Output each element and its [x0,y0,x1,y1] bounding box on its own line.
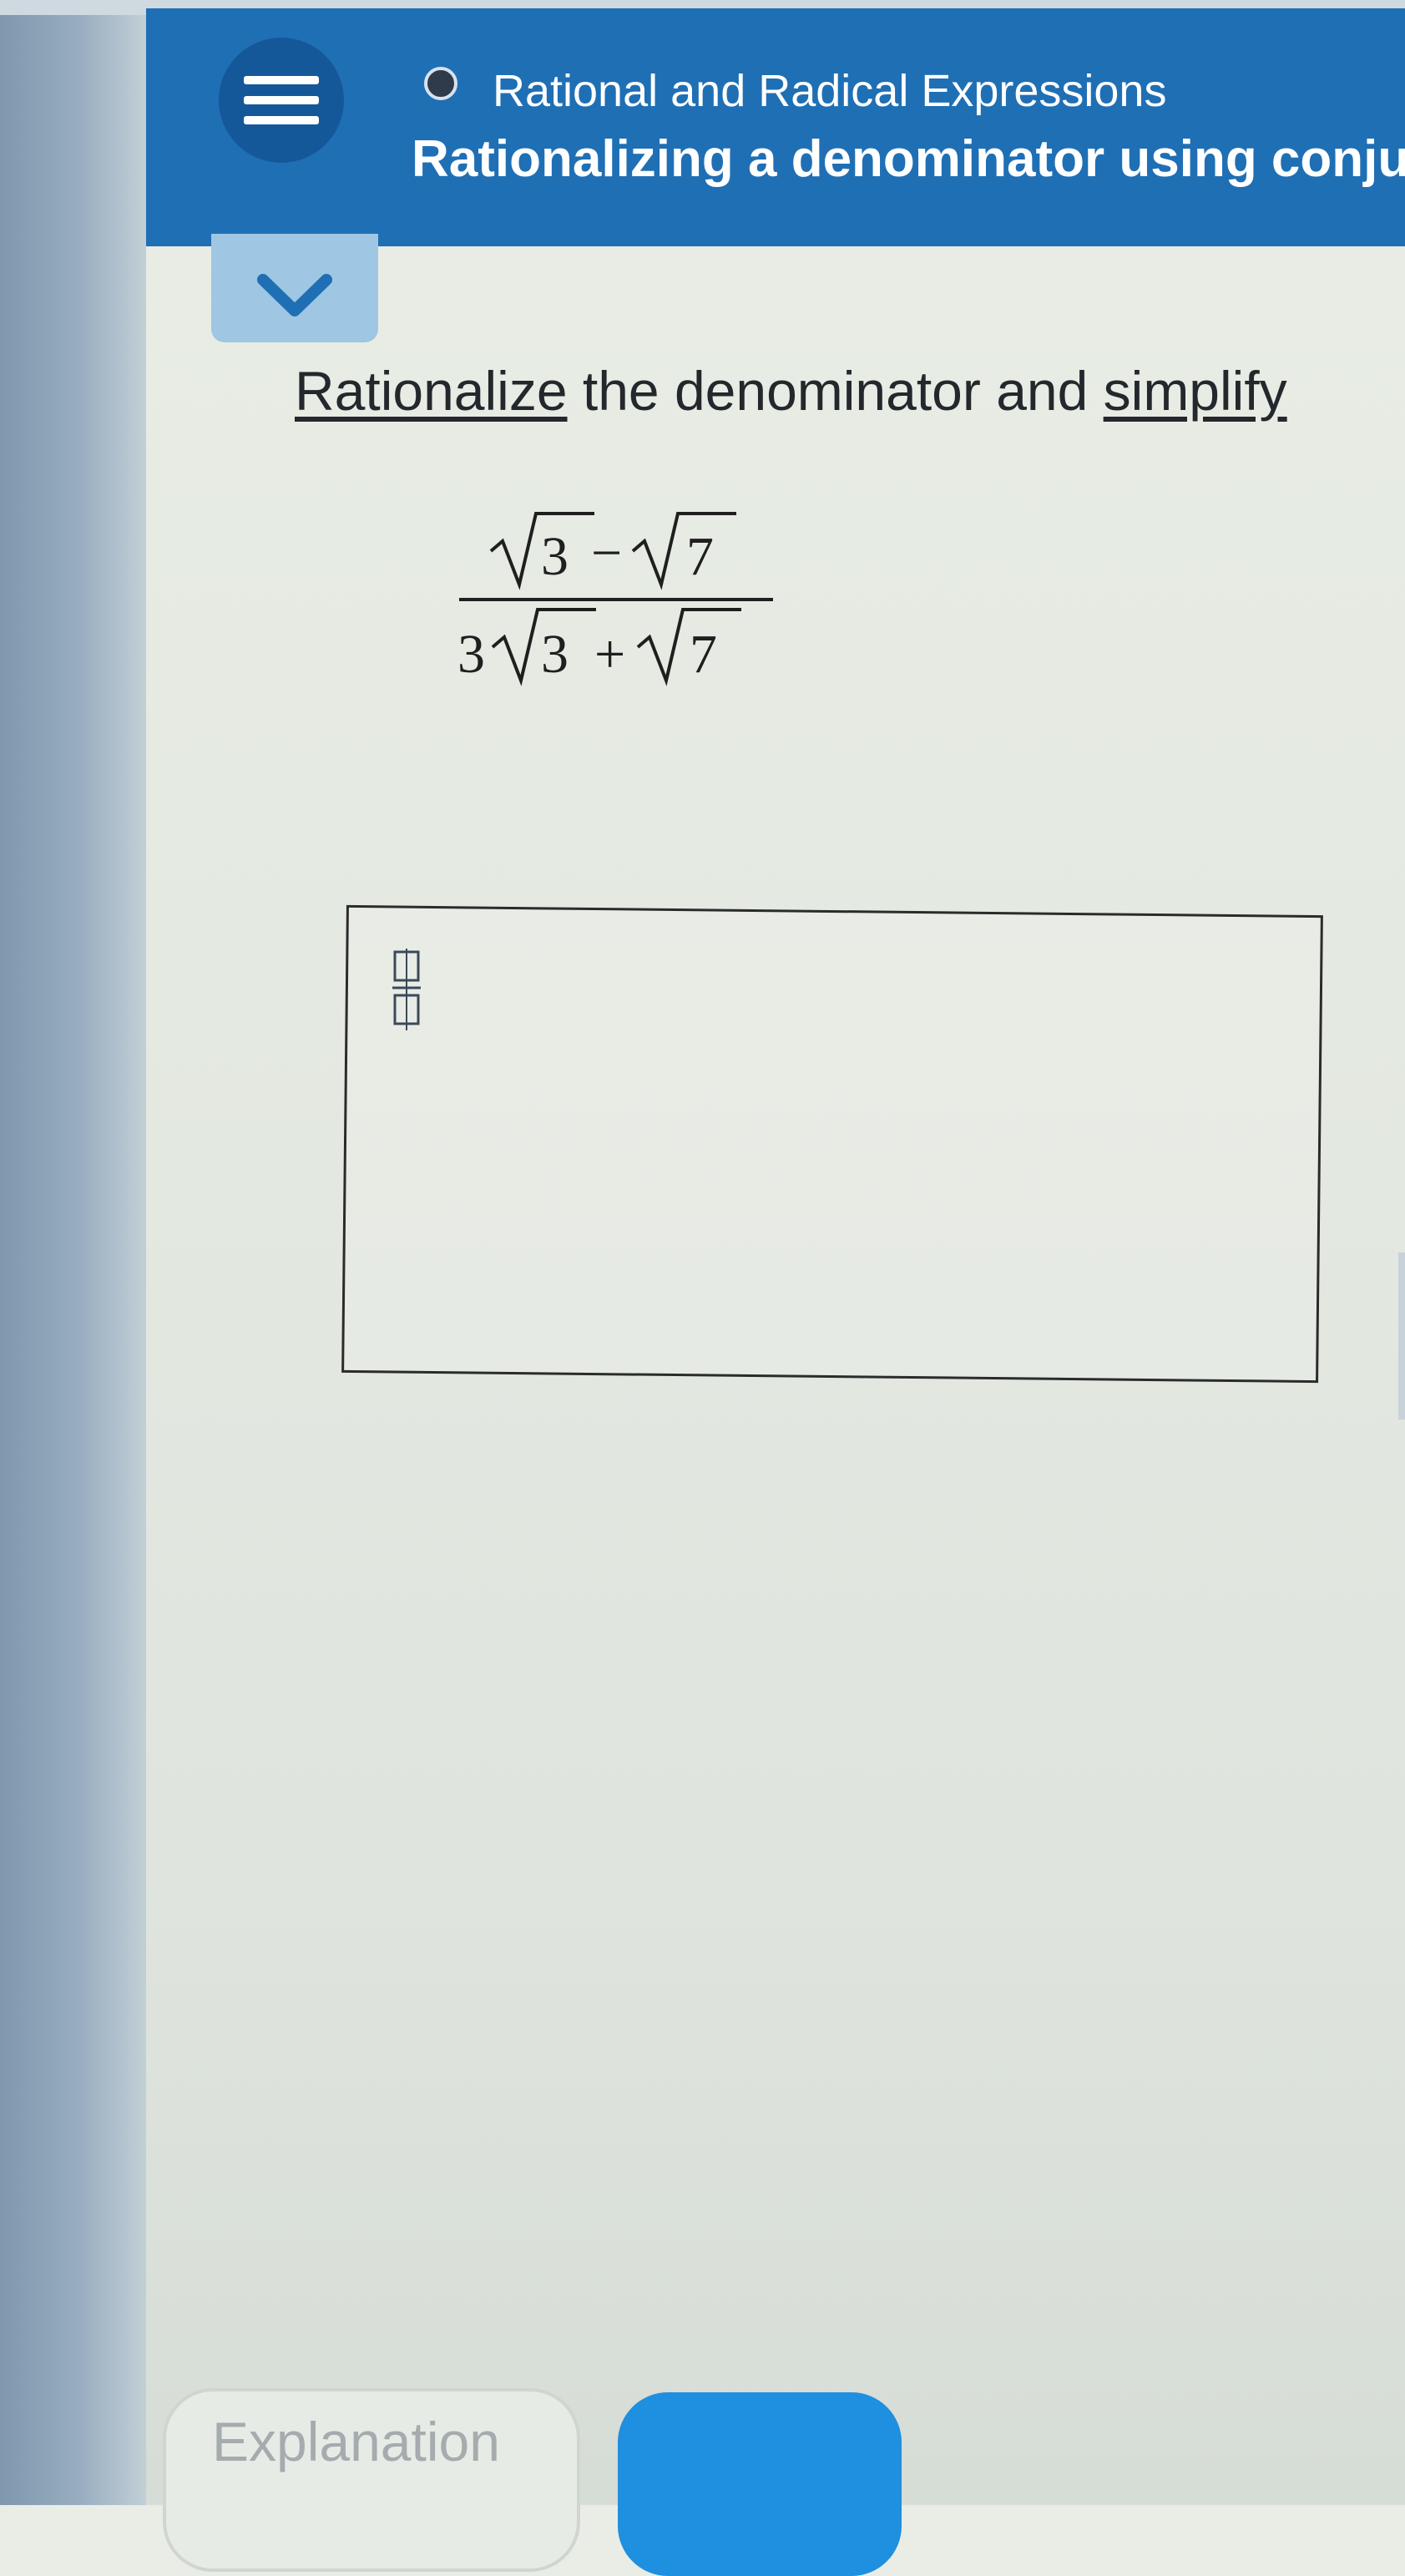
collapse-toggle[interactable] [211,234,378,342]
menu-button[interactable] [219,38,344,163]
answer-input-area[interactable] [341,904,1323,1384]
simplify-link[interactable]: simplify [1104,360,1287,422]
prompt-middle: the denominator and [567,360,1104,422]
denominator-coefficient: 3 [457,624,485,685]
problem-prompt: Rationalize the denominator and simplify [295,359,1287,423]
denominator-radicand-2: 7 [690,624,717,685]
menu-icon [244,76,319,84]
fraction-template-icon[interactable] [392,944,421,1035]
explanation-button[interactable]: Explanation [163,2388,580,2572]
fraction-expression: 3 − 7 3 3 + 7 [457,512,773,686]
denominator-operator: + [594,624,625,685]
explanation-label: Explanation [212,2411,500,2472]
topic-title: Rational and Radical Expressions [493,66,1167,116]
monitor-bezel [0,0,146,2505]
subtopic-title: Rationalizing a denominator using conjug [412,130,1405,188]
numerator-radicand-1: 3 [541,526,569,587]
chevron-down-icon [257,274,332,316]
right-panel-edge [1398,1253,1405,1420]
check-button[interactable] [618,2392,902,2576]
topic-dot-icon [424,67,457,100]
numerator-operator: − [591,523,622,584]
denominator-radicand-1: 3 [541,624,569,685]
rationalize-link[interactable]: Rationalize [295,360,568,422]
numerator-radicand-2: 7 [686,526,714,587]
